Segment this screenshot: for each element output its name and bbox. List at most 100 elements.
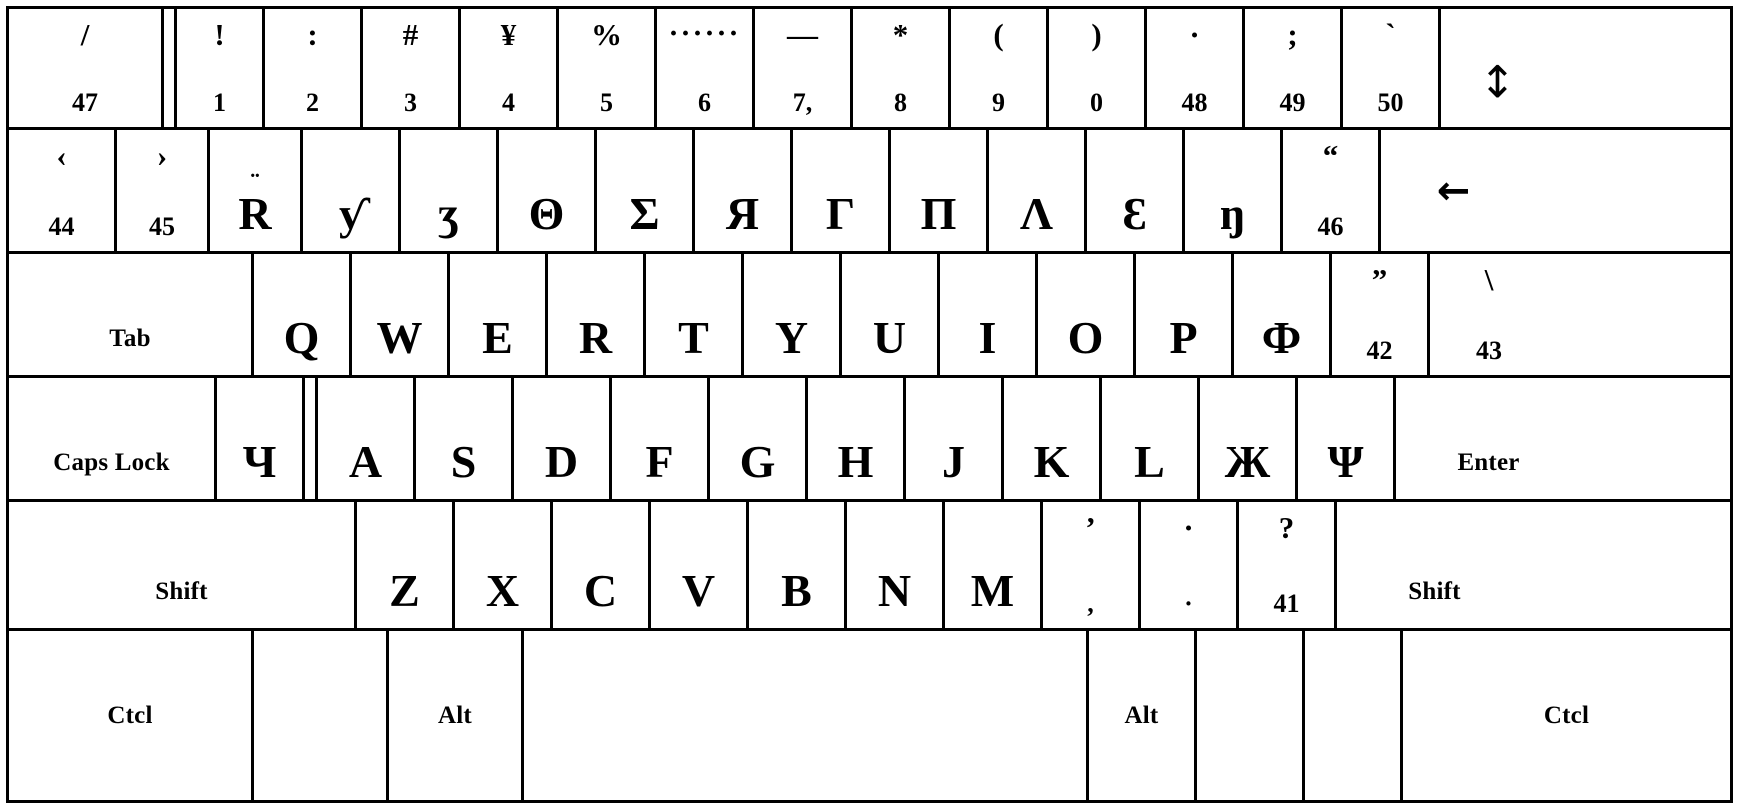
key-legend-top: ? (1278, 510, 1295, 545)
key-r-diaeresis[interactable]: R ¨ (210, 130, 303, 251)
key-q[interactable]: Q (254, 254, 352, 375)
key-paren-close-0[interactable]: ) 0 (1049, 9, 1147, 127)
key-quote-46[interactable]: “ 46 (1283, 130, 1381, 251)
key-lambda[interactable]: Λ (989, 130, 1087, 251)
key-l[interactable]: L (1102, 378, 1200, 499)
key-legend-cell: Г (793, 130, 888, 251)
key-legend-cell: W (352, 254, 447, 375)
key-paren-open-9[interactable]: (9 (951, 9, 1049, 127)
key-dot-48[interactable]: · 48 (1147, 9, 1245, 127)
key-legend-letter: R ¨ (238, 171, 271, 237)
key-legend-letter: A (348, 436, 383, 487)
diaeresis-mark-icon: ¨ (250, 169, 260, 200)
key-legend-top: ; (1287, 17, 1298, 52)
key-alt-left[interactable]: Alt (389, 631, 524, 800)
key-pe[interactable]: П (891, 130, 989, 251)
key-backslash-43[interactable]: \ 43 (1430, 254, 1548, 375)
key-apostrophe-comma[interactable]: ’, (1043, 502, 1141, 628)
key-h[interactable]: H (808, 378, 906, 499)
key-ctrl-left[interactable]: Ctcl (9, 631, 254, 800)
key-e[interactable]: E (450, 254, 548, 375)
key-legend-bottom: , (1087, 589, 1094, 618)
key-f[interactable]: F (612, 378, 710, 499)
key-percent-5[interactable]: % 5 (559, 9, 657, 127)
key-angle-open-44[interactable]: ‹ 44 (9, 130, 117, 251)
key-legend-dual: ······ 6 (657, 9, 752, 127)
key-legend-dual: / 47 (9, 9, 161, 127)
key-legend-bottom: 1 (213, 88, 226, 117)
key-shift-right[interactable]: Shift (1337, 502, 1532, 628)
key-legend-cell: K (1004, 378, 1099, 499)
key-mongol-oe[interactable]: ƴ (303, 130, 401, 251)
key-psi[interactable]: Ψ (1298, 378, 1396, 499)
key-p[interactable]: P (1136, 254, 1234, 375)
key-ya[interactable]: Я (695, 130, 793, 251)
key-b[interactable]: B (749, 502, 847, 628)
key-legend-letter: Я (725, 188, 760, 239)
key-question-41[interactable]: ? 41 (1239, 502, 1337, 628)
key-updown-arrow[interactable]: ↕ (1441, 9, 1554, 127)
key-legend-cell: S (416, 378, 511, 499)
key-colon-2[interactable]: :2 (265, 9, 363, 127)
key-theta[interactable]: Θ (499, 130, 597, 251)
key-m[interactable]: M (945, 502, 1043, 628)
key-k[interactable]: K (1004, 378, 1102, 499)
key-dash-7[interactable]: — 7, (755, 9, 853, 127)
key-epsilon[interactable]: Ɛ (1087, 130, 1185, 251)
key-ctrl-right[interactable]: Ctcl (1403, 631, 1730, 800)
key-asterisk-8[interactable]: * 8 (853, 9, 951, 127)
key-v[interactable]: V (651, 502, 749, 628)
key-phi[interactable]: Ф (1234, 254, 1332, 375)
key-legend-top: ) (1091, 17, 1102, 52)
key-o[interactable]: O (1038, 254, 1136, 375)
key-legend-label: Alt (438, 702, 472, 729)
key-slash-47[interactable]: / 47 (9, 9, 164, 127)
key-exclam-1[interactable]: ! 1 (177, 9, 265, 127)
key-g[interactable]: G (710, 378, 808, 499)
key-angle-close-45[interactable]: › 45 (117, 130, 210, 251)
key-r[interactable]: R (548, 254, 646, 375)
key-enter[interactable]: Enter (1396, 378, 1581, 499)
key-legend-letter: M (970, 565, 1015, 616)
key-j[interactable]: J (906, 378, 1004, 499)
key-hash-3[interactable]: #3 (363, 9, 461, 127)
key-che[interactable]: Ч (217, 378, 305, 499)
key-ellipsis-6[interactable]: ······ 6 (657, 9, 755, 127)
key-shift-left[interactable]: Shift (9, 502, 357, 628)
key-caps-lock[interactable]: Caps Lock (9, 378, 217, 499)
key-ghe[interactable]: Г (793, 130, 891, 251)
key-semicolon-49[interactable]: ; 49 (1245, 9, 1343, 127)
key-y[interactable]: Y (744, 254, 842, 375)
key-tab[interactable]: Tab (9, 254, 254, 375)
key-legend-cell: Λ (989, 130, 1084, 251)
key-legend-cell: Ψ (1298, 378, 1393, 499)
key-a[interactable]: A (318, 378, 416, 499)
key-grave-50[interactable]: ` 50 (1343, 9, 1441, 127)
key-t[interactable]: T (646, 254, 744, 375)
key-eng[interactable]: ŋ (1185, 130, 1283, 251)
key-quote-42[interactable]: ” 42 (1332, 254, 1430, 375)
key-dot-period[interactable]: · · (1141, 502, 1239, 628)
key-legend-letter: ƴ (339, 188, 362, 239)
key-sigma[interactable]: Σ (597, 130, 695, 251)
key-backspace[interactable]: ← (1381, 130, 1526, 251)
key-x[interactable]: X (455, 502, 553, 628)
key-legend-cell: Shift (9, 502, 354, 628)
key-zhe[interactable]: Ж (1200, 378, 1298, 499)
key-c[interactable]: C (553, 502, 651, 628)
key-legend-letter: T (678, 312, 709, 363)
key-legend-dual: · 48 (1147, 9, 1242, 127)
key-alt-right[interactable]: Alt (1089, 631, 1197, 800)
key-z[interactable]: Z (357, 502, 455, 628)
key-yen-4[interactable]: ¥4 (461, 9, 559, 127)
key-ezh[interactable]: ӡ (401, 130, 499, 251)
key-w[interactable]: W (352, 254, 450, 375)
key-legend-bottom: 50 (1377, 88, 1404, 117)
key-legend-top: % (591, 17, 622, 52)
key-i[interactable]: I (940, 254, 1038, 375)
key-n[interactable]: N (847, 502, 945, 628)
key-u[interactable]: U (842, 254, 940, 375)
key-legend-letter: B (781, 565, 812, 616)
key-d[interactable]: D (514, 378, 612, 499)
key-s[interactable]: S (416, 378, 514, 499)
